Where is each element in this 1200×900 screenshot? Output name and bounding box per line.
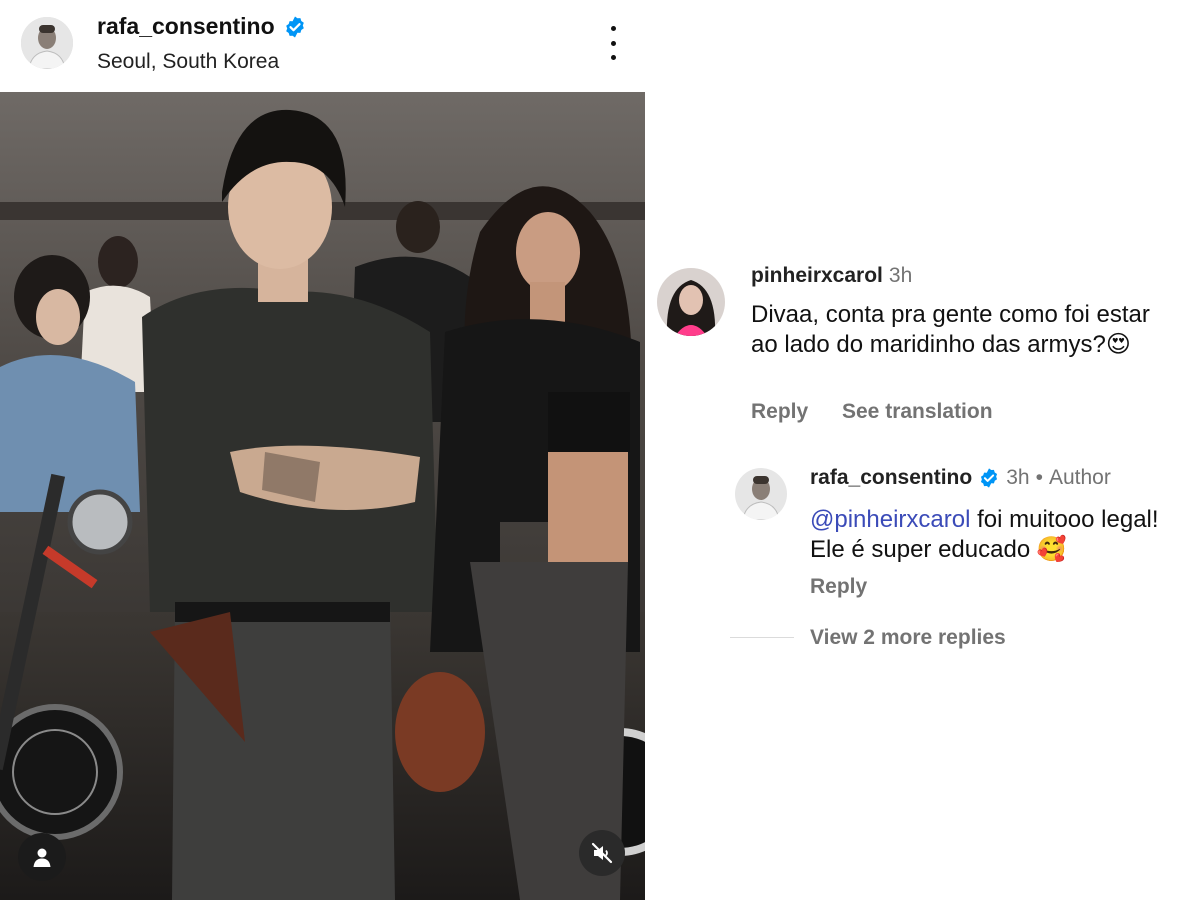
speaker-muted-icon [591, 842, 613, 864]
reply-time: 3h [1006, 466, 1030, 489]
reply-author-avatar[interactable] [735, 468, 787, 520]
profile-avatar[interactable] [21, 17, 73, 69]
verified-badge-icon [981, 468, 998, 488]
commenter-avatar[interactable] [657, 268, 725, 336]
comment-header: pinheirxcarol 3h [751, 264, 912, 288]
comment-time: 3h [888, 264, 913, 287]
post-username[interactable]: rafa_consentino [97, 13, 275, 40]
replies-divider [730, 637, 794, 638]
mention-link[interactable]: @pinheirxcarol [810, 506, 970, 533]
see-translation-button[interactable]: See translation [842, 400, 993, 424]
post-photo[interactable] [0, 92, 645, 900]
view-more-replies-button[interactable]: View 2 more replies [810, 626, 1006, 650]
comment-username[interactable]: pinheirxcarol [751, 264, 883, 288]
post-author[interactable]: rafa_consentino [97, 13, 307, 40]
reply-header: rafa_consentino 3h • Author [810, 466, 1111, 490]
post-location[interactable]: Seoul, South Korea [97, 50, 279, 74]
person-tag-icon [33, 848, 51, 867]
tagged-people-button[interactable] [18, 833, 66, 881]
mute-toggle-button[interactable] [579, 830, 625, 876]
meta-separator: • [1035, 466, 1043, 489]
reply-text: @pinheirxcarol foi muitooo legal! Ele é … [810, 505, 1180, 565]
comment-reply-button[interactable]: Reply [751, 400, 808, 424]
reply-reply-button[interactable]: Reply [810, 575, 867, 599]
reply-username[interactable]: rafa_consentino [810, 466, 972, 490]
verified-badge-icon [285, 16, 304, 37]
comment-text: Divaa, conta pra gente como foi estar ao… [751, 301, 1150, 358]
author-label: Author [1048, 466, 1111, 489]
more-options-icon[interactable] [600, 26, 626, 60]
